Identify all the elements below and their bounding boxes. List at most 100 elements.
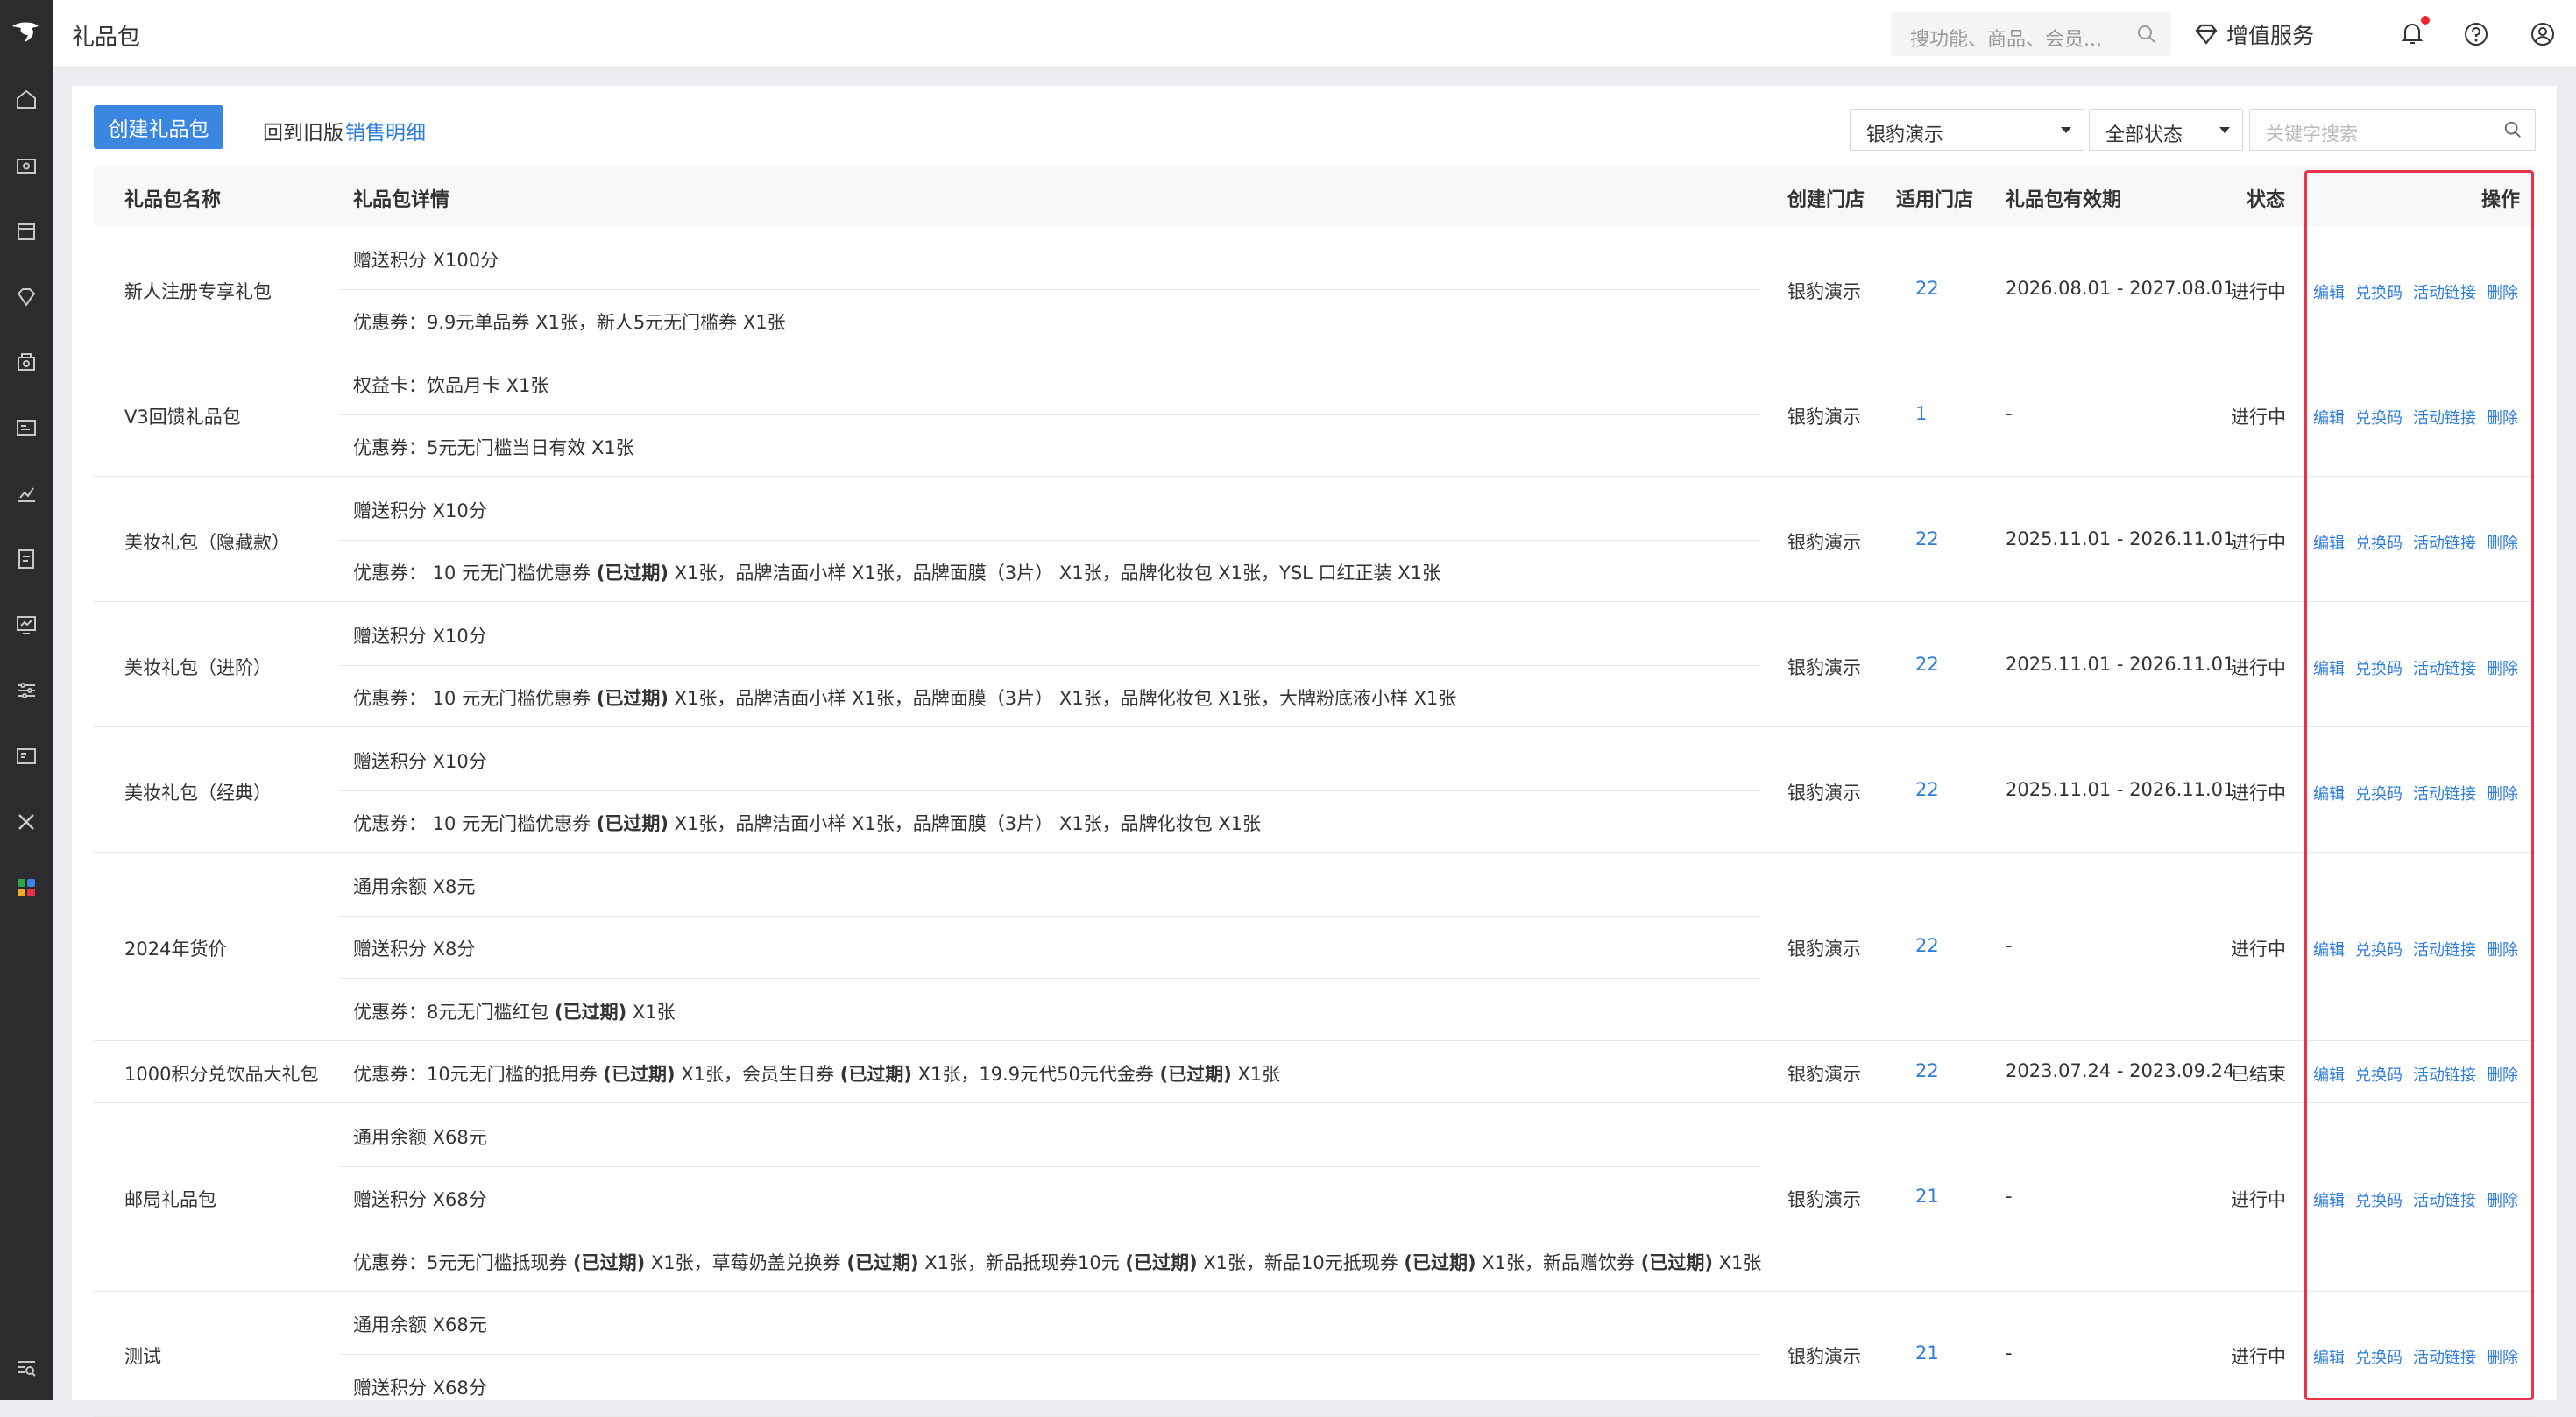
delete-link[interactable]: 删除: [2487, 782, 2518, 804]
value-added-services-button[interactable]: 增值服务: [2193, 17, 2314, 52]
row-actions: 编辑 兑换码 活动链接 删除: [2313, 406, 2518, 429]
gift-pack-name: 美妆礼包（进阶）: [124, 656, 272, 678]
gift-pack-detail-line: 赠送积分 X100分: [353, 249, 499, 271]
search-menu-icon[interactable]: [15, 1357, 38, 1379]
activity-link[interactable]: 活动链接: [2413, 656, 2476, 679]
tools-icon[interactable]: [15, 811, 38, 833]
table-header: [94, 166, 2536, 226]
report-icon[interactable]: [15, 482, 38, 505]
delete-link[interactable]: 删除: [2487, 531, 2518, 554]
product-icon[interactable]: [15, 220, 38, 243]
delete-link[interactable]: 删除: [2487, 406, 2518, 429]
store-select-value: 银豹演示: [1866, 124, 1944, 146]
gift-pack-name: 美妆礼包（经典）: [124, 782, 272, 804]
gift-pack-detail-line: 优惠券： 10 元无门槛优惠券 (已过期) X1张，品牌洁面小样 X1张，品牌面…: [353, 813, 1262, 835]
cashier-icon[interactable]: [15, 154, 38, 177]
redeem-code-link[interactable]: 兑换码: [2355, 1188, 2403, 1211]
validity-period: 2026.08.01 - 2027.08.01: [2006, 277, 2235, 299]
redeem-code-link[interactable]: 兑换码: [2355, 1345, 2403, 1368]
validity-period: -: [2006, 1186, 2013, 1208]
activity-link[interactable]: 活动链接: [2413, 406, 2476, 429]
monitor-icon[interactable]: [15, 613, 38, 636]
applicable-stores-link[interactable]: 22: [1915, 1060, 1939, 1081]
apps-icon[interactable]: [15, 876, 38, 899]
validity-period: -: [2006, 402, 2013, 424]
edit-link[interactable]: 编辑: [2313, 1063, 2345, 1086]
user-avatar-icon[interactable]: [2530, 21, 2556, 47]
delete-link[interactable]: 删除: [2487, 938, 2518, 960]
edit-link[interactable]: 编辑: [2313, 531, 2345, 554]
activity-link[interactable]: 活动链接: [2413, 1188, 2476, 1211]
marketing-icon[interactable]: [15, 351, 38, 373]
settings-sliders-icon[interactable]: [15, 679, 38, 702]
activity-link[interactable]: 活动链接: [2413, 782, 2476, 804]
edit-link[interactable]: 编辑: [2313, 406, 2345, 429]
create-gift-pack-button[interactable]: 创建礼品包: [94, 105, 223, 149]
sales-detail-link[interactable]: 销售明细: [345, 116, 426, 145]
detail-divider: [340, 915, 1759, 917]
applicable-stores-link[interactable]: 21: [1915, 1186, 1939, 1207]
gift-pack-detail-line: 通用余额 X68元: [353, 1126, 487, 1148]
edit-link[interactable]: 编辑: [2313, 1188, 2345, 1211]
gift-pack-name: 邮局礼品包: [124, 1189, 216, 1211]
row-actions: 编辑 兑换码 活动链接 删除: [2313, 782, 2518, 804]
redeem-code-link[interactable]: 兑换码: [2355, 782, 2403, 804]
applicable-stores-link[interactable]: 1: [1915, 403, 1927, 424]
edit-link[interactable]: 编辑: [2313, 280, 2345, 303]
member-icon[interactable]: [15, 286, 38, 308]
delete-link[interactable]: 删除: [2487, 656, 2518, 679]
keyword-search-input[interactable]: 关键字搜索: [2249, 109, 2536, 151]
gift-pack-detail-line: 赠送积分 X10分: [353, 625, 487, 647]
keyword-search-placeholder: 关键字搜索: [2266, 124, 2358, 145]
redeem-code-link[interactable]: 兑换码: [2355, 280, 2403, 303]
gift-pack-detail-line: 优惠券： 10 元无门槛优惠券 (已过期) X1张，品牌洁面小样 X1张，品牌面…: [353, 688, 1457, 710]
global-search-input[interactable]: 搜功能、商品、会员...: [1891, 12, 2171, 56]
redeem-code-link[interactable]: 兑换码: [2355, 1063, 2403, 1086]
page-title: 礼品包: [72, 25, 141, 51]
activity-link[interactable]: 活动链接: [2413, 280, 2476, 303]
applicable-stores-link[interactable]: 22: [1915, 779, 1939, 800]
status-select[interactable]: 全部状态: [2089, 109, 2243, 151]
redeem-code-link[interactable]: 兑换码: [2355, 938, 2403, 960]
creator-store: 银豹演示: [1787, 656, 1861, 678]
applicable-stores-link[interactable]: 22: [1915, 935, 1939, 956]
redeem-code-link[interactable]: 兑换码: [2355, 406, 2403, 429]
store-select[interactable]: 银豹演示: [1850, 109, 2084, 151]
app-logo-icon[interactable]: [11, 19, 42, 46]
help-icon[interactable]: [2463, 21, 2489, 47]
activity-link[interactable]: 活动链接: [2413, 1345, 2476, 1368]
search-icon[interactable]: [2503, 120, 2523, 139]
activity-link[interactable]: 活动链接: [2413, 531, 2476, 554]
redeem-code-link[interactable]: 兑换码: [2355, 531, 2403, 554]
row-actions: 编辑 兑换码 活动链接 删除: [2313, 1188, 2518, 1211]
applicable-stores-link[interactable]: 22: [1915, 654, 1939, 675]
edit-link[interactable]: 编辑: [2313, 938, 2345, 960]
edit-link[interactable]: 编辑: [2313, 782, 2345, 804]
edit-link[interactable]: 编辑: [2313, 656, 2345, 679]
edit-link[interactable]: 编辑: [2313, 1345, 2345, 1368]
document-icon[interactable]: [15, 548, 38, 570]
applicable-stores-link[interactable]: 22: [1915, 528, 1939, 549]
back-to-old-version-link[interactable]: 回到旧版: [263, 116, 343, 145]
delete-link[interactable]: 删除: [2487, 1188, 2518, 1211]
gift-pack-name: 美妆礼包（隐藏款）: [124, 531, 290, 553]
activity-link[interactable]: 活动链接: [2413, 938, 2476, 960]
detail-divider: [340, 790, 1759, 791]
row-actions: 编辑 兑换码 活动链接 删除: [2313, 1063, 2518, 1086]
activity-link[interactable]: 活动链接: [2413, 1063, 2476, 1086]
redeem-code-link[interactable]: 兑换码: [2355, 656, 2403, 679]
delete-link[interactable]: 删除: [2487, 280, 2518, 303]
applicable-stores-link[interactable]: 21: [1915, 1343, 1939, 1364]
applicable-stores-link[interactable]: 22: [1915, 278, 1939, 299]
expired-tag: (已过期): [573, 1251, 646, 1273]
card-icon[interactable]: [15, 416, 38, 439]
search-icon[interactable]: [2136, 24, 2157, 45]
column-header-creator-store: 创建门店: [1787, 189, 1865, 211]
home-icon[interactable]: [15, 88, 38, 110]
column-header-validity: 礼品包有效期: [2006, 189, 2122, 211]
creator-store: 银豹演示: [1787, 1064, 1861, 1086]
gift-pack-detail-line: 通用余额 X8元: [353, 875, 476, 897]
id-card-icon[interactable]: [15, 745, 38, 768]
delete-link[interactable]: 删除: [2487, 1063, 2518, 1086]
delete-link[interactable]: 删除: [2487, 1345, 2518, 1368]
